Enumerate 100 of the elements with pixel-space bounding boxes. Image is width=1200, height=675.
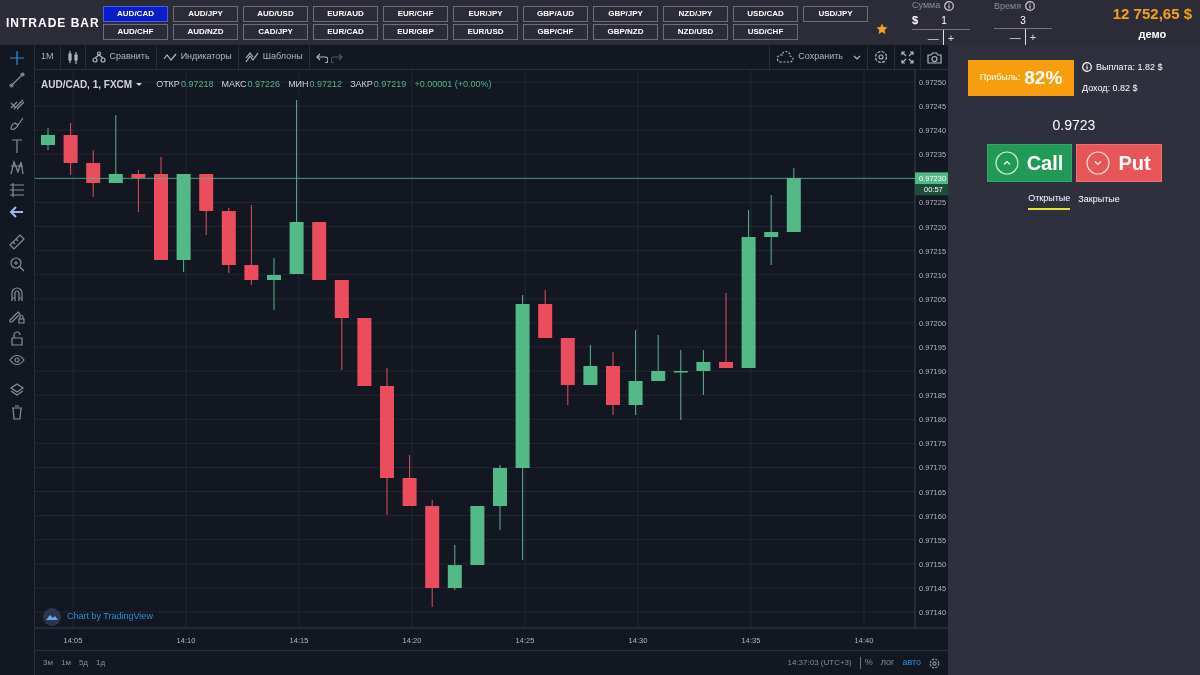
camera-icon[interactable] <box>927 50 942 64</box>
lock-icon[interactable] <box>9 330 25 346</box>
candlestick <box>583 344 598 386</box>
ohlc-value: 0.97219 <box>373 77 407 91</box>
pair-button[interactable]: AUD/CAD <box>103 5 168 22</box>
symbol-dropdown[interactable]: AUD/CAD, 1, FXCM <box>41 77 133 92</box>
range-button[interactable]: 1д <box>96 657 106 669</box>
pair-button[interactable]: NZD/JPY <box>663 5 728 22</box>
ohlc-label: МАКС <box>221 77 247 91</box>
brush-icon[interactable] <box>9 116 25 132</box>
templates-button[interactable]: Шаблоны <box>244 50 303 64</box>
pattern-icon[interactable] <box>9 160 25 176</box>
pair-button[interactable]: EUR/GBP <box>383 23 448 40</box>
tab[interactable]: Закрытые <box>1078 192 1120 210</box>
compare-button[interactable]: Сравнить <box>91 50 150 64</box>
candlestick <box>696 349 711 396</box>
pair-button[interactable]: EUR/USD <box>453 23 518 40</box>
text-icon[interactable] <box>9 138 25 154</box>
amount-input[interactable]: 1 <box>918 13 970 28</box>
star-icon[interactable] <box>876 22 888 35</box>
pair-button[interactable]: AUD/USD <box>243 5 308 22</box>
settings-icon[interactable] <box>929 657 940 669</box>
crosshair-icon[interactable] <box>9 50 25 66</box>
trash-icon[interactable] <box>9 404 25 420</box>
candlestick <box>86 149 101 198</box>
layers-icon[interactable] <box>9 382 25 398</box>
candlestick <box>131 169 146 213</box>
magnet-icon[interactable] <box>9 286 25 302</box>
info-icon[interactable] <box>944 0 955 11</box>
candlestick <box>470 505 485 566</box>
pair-button[interactable]: USD/CHF <box>733 23 798 40</box>
candlestick <box>199 173 214 236</box>
tab[interactable]: Открытые <box>1028 192 1071 210</box>
trend-line-icon[interactable] <box>9 72 25 88</box>
range-button[interactable]: 3м <box>43 657 53 669</box>
pair-button[interactable]: AUD/JPY <box>173 5 238 22</box>
field-label: Сумма <box>912 0 941 12</box>
wave-icon <box>162 51 177 63</box>
scale-button[interactable]: % <box>860 656 877 670</box>
levels-icon[interactable] <box>9 182 25 198</box>
ohlc-value: 0.97226 <box>247 77 281 91</box>
price-change: +0.00001 (+0.00%) <box>414 77 492 91</box>
pair-button[interactable]: GBP/CHF <box>523 23 588 40</box>
put-button[interactable]: Put <box>1075 144 1162 182</box>
ohlc-label: ОТКР <box>156 77 180 91</box>
interval-button[interactable]: 1M <box>41 50 54 64</box>
range-button[interactable]: 5д <box>78 657 89 669</box>
income-text: Доход: 0.82 $ <box>1082 82 1139 95</box>
candlestick <box>764 194 779 266</box>
back-arrow-icon[interactable] <box>9 204 25 220</box>
pair-button[interactable]: GBP/AUD <box>523 5 588 22</box>
cloud-icon <box>776 51 795 63</box>
range-button[interactable]: 1м <box>60 657 71 669</box>
templates-icon <box>244 51 259 63</box>
candles-icon[interactable] <box>66 50 79 64</box>
candlestick <box>447 544 462 591</box>
pair-button[interactable]: USD/CAD <box>733 5 798 22</box>
save-button[interactable]: Сохранить <box>776 50 861 64</box>
call-button[interactable]: Call <box>986 144 1072 182</box>
pair-button[interactable]: EUR/JPY <box>453 5 518 22</box>
zoom-in-icon[interactable] <box>9 256 25 272</box>
settings-icon[interactable] <box>874 50 888 64</box>
scale-button[interactable]: лог <box>876 656 899 670</box>
decrement-button[interactable]: — <box>923 29 943 47</box>
info-icon[interactable] <box>1025 1 1036 12</box>
field-label: Время <box>994 0 1022 13</box>
account-mode: демо <box>1137 26 1168 42</box>
candlestick <box>402 454 417 507</box>
pair-button[interactable]: CAD/JPY <box>243 23 308 40</box>
ruler-icon[interactable] <box>9 234 25 250</box>
payout-text: Выплата: 1.82 $ <box>1096 60 1163 74</box>
candlestick <box>63 122 78 176</box>
pair-button[interactable]: GBP/JPY <box>593 5 658 22</box>
pair-button[interactable]: AUD/NZD <box>173 23 238 40</box>
time-input[interactable]: 3 <box>994 13 1052 28</box>
compare-icon <box>91 51 106 63</box>
ohlc-label: МИН <box>288 77 309 91</box>
caret-icon[interactable] <box>136 82 143 87</box>
candlestick <box>221 207 236 274</box>
pair-button[interactable]: GBP/NZD <box>593 23 658 40</box>
eye-icon[interactable] <box>9 352 25 368</box>
ohlc-value: 0.97212 <box>309 77 343 91</box>
currency-sign: $ <box>912 13 919 29</box>
fullscreen-icon[interactable] <box>901 50 914 64</box>
undo-icon[interactable] <box>315 51 328 63</box>
balance-amount: 12 752,65 $ <box>1112 4 1192 24</box>
pair-button[interactable]: NZD/USD <box>663 23 728 40</box>
indicators-button[interactable]: Индикаторы <box>162 50 232 64</box>
pair-button[interactable]: EUR/CAD <box>313 23 378 40</box>
candlestick <box>108 114 123 184</box>
candlestick <box>312 221 327 281</box>
pair-button[interactable]: AUD/CHF <box>103 23 168 40</box>
clock-text: 14:37:03 (UTC+3) <box>787 657 861 669</box>
pair-button[interactable]: EUR/AUD <box>313 5 378 22</box>
decrement-button[interactable]: — <box>1005 29 1025 46</box>
scale-button[interactable]: авто <box>898 656 925 670</box>
pair-button[interactable]: EUR/CHF <box>383 5 448 22</box>
attribution-link[interactable]: Chart by TradingView <box>67 610 153 624</box>
tradingview-logo-icon[interactable] <box>43 608 61 626</box>
pair-button[interactable]: USD/JPY <box>803 5 868 22</box>
